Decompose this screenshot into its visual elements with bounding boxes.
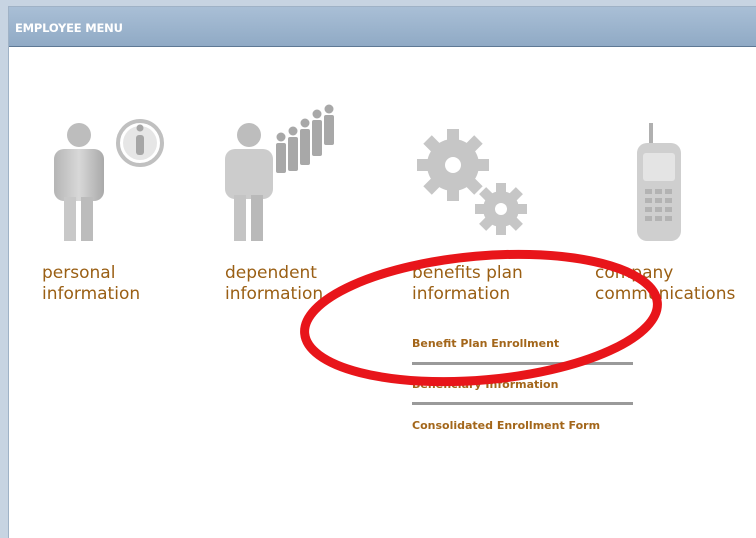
people-group-icon[interactable] <box>219 101 339 246</box>
benefit-plan-enrollment-link[interactable]: Benefit Plan Enrollment <box>412 337 559 350</box>
company-communications-label[interactable]: company communications <box>595 263 735 305</box>
person-info-icon[interactable] <box>37 117 167 247</box>
mobile-phone-icon[interactable] <box>631 123 691 243</box>
gears-icon[interactable] <box>413 125 543 245</box>
benefits-plan-information-label[interactable]: benefits plan information <box>412 263 523 305</box>
dependent-information-label[interactable]: dependent information <box>225 263 323 305</box>
menu-header: EMPLOYEE MENU <box>9 7 756 47</box>
employee-menu-panel: EMPLOYEE MENU personal information depen… <box>8 6 756 538</box>
link-divider <box>412 362 633 365</box>
consolidated-enrollment-form-link[interactable]: Consolidated Enrollment Form <box>412 419 600 432</box>
personal-information-label[interactable]: personal information <box>42 263 140 305</box>
link-divider <box>412 402 633 405</box>
menu-header-title: EMPLOYEE MENU <box>15 21 123 35</box>
beneficiary-information-link[interactable]: Beneficiary Information <box>412 378 558 391</box>
